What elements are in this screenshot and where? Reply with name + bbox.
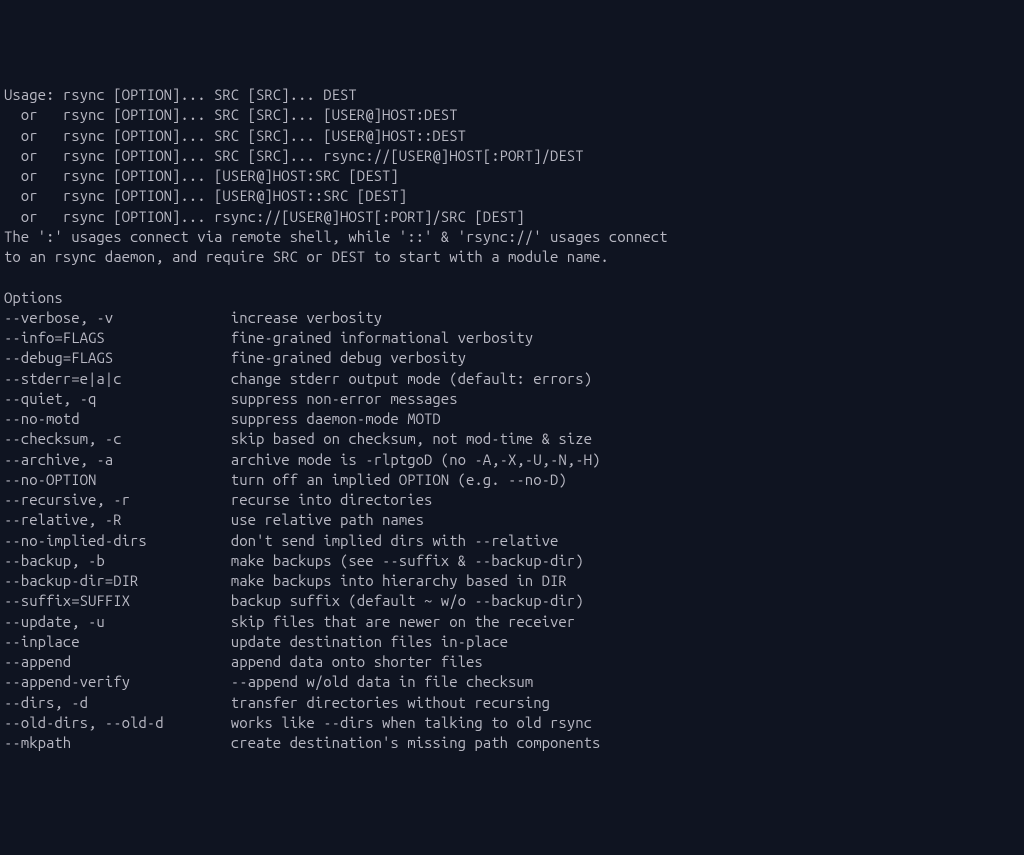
- terminal-output: Usage: rsync [OPTION]... SRC [SRC]... DE…: [4, 85, 1024, 753]
